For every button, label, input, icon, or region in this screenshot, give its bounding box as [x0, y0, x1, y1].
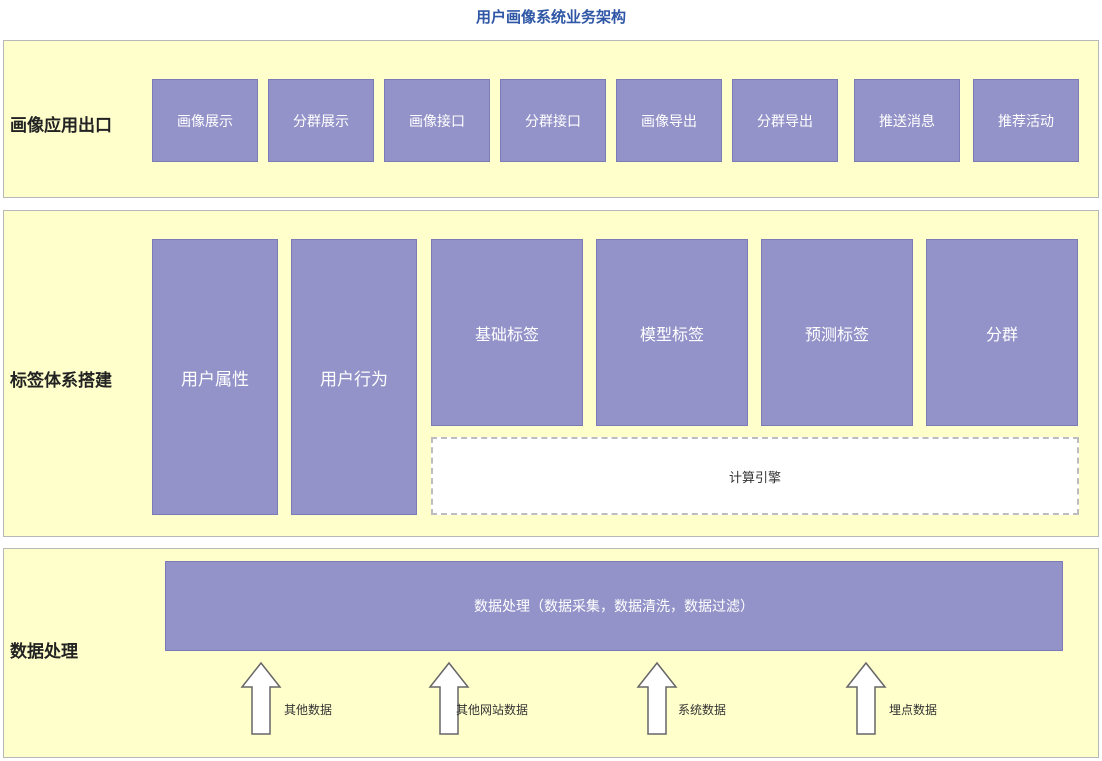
layer-data-processing: 数据处理 数据处理（数据采集，数据清洗，数据过滤） 其他数据 其他网站数据 系统… [3, 548, 1099, 758]
app-item-recommend-activity: 推荐活动 [973, 79, 1079, 162]
source-label-tracking-data: 埋点数据 [889, 703, 938, 717]
app-item-segment-export: 分群导出 [732, 79, 838, 162]
app-item-profile-export: 画像导出 [616, 79, 722, 162]
basic-tags-box: 基础标签 [431, 239, 583, 426]
source-arrow-1-icon [240, 661, 282, 735]
source-label-other-data: 其他数据 [284, 703, 333, 717]
layer-tag-system: 标签体系搭建 用户属性 用户行为 基础标签 模型标签 预测标签 分群 计算引擎 [3, 210, 1099, 537]
segment-box: 分群 [926, 239, 1078, 426]
app-item-segment-display: 分群展示 [268, 79, 374, 162]
user-attributes-box: 用户属性 [152, 239, 278, 515]
app-item-profile-api: 画像接口 [384, 79, 490, 162]
source-arrow-4-icon [845, 661, 887, 735]
diagram-title: 用户画像系统业务架构 [475, 8, 626, 26]
model-tags-box: 模型标签 [596, 239, 748, 426]
layer-app-output-label: 画像应用出口 [10, 116, 112, 136]
source-arrow-3-icon [636, 661, 678, 735]
source-arrow-2-icon [428, 661, 470, 735]
predict-tags-box: 预测标签 [761, 239, 913, 426]
app-item-segment-api: 分群接口 [500, 79, 606, 162]
compute-engine-box: 计算引擎 [431, 437, 1079, 515]
app-item-push-message: 推送消息 [854, 79, 960, 162]
source-label-other-site-data: 其他网站数据 [456, 703, 529, 717]
source-label-system-data: 系统数据 [678, 703, 727, 717]
app-item-profile-display: 画像展示 [152, 79, 258, 162]
data-processing-box: 数据处理（数据采集，数据清洗，数据过滤） [165, 561, 1063, 651]
user-behavior-box: 用户行为 [291, 239, 417, 515]
layer-app-output: 画像应用出口 画像展示 分群展示 画像接口 分群接口 画像导出 分群导出 推送消… [3, 40, 1099, 198]
layer-data-processing-label: 数据处理 [10, 642, 78, 662]
layer-tag-system-label: 标签体系搭建 [10, 371, 112, 391]
